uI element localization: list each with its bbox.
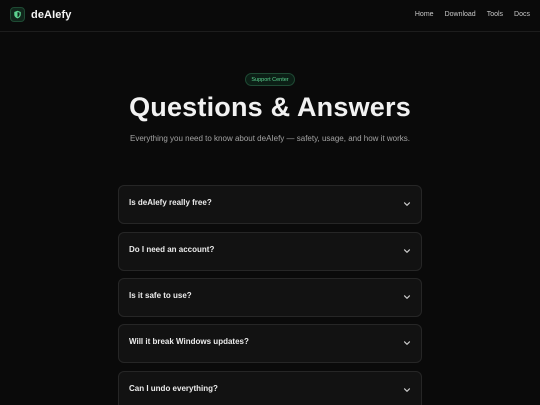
- faq-question: Can I undo everything?: [129, 384, 218, 393]
- nav-download[interactable]: Download: [445, 11, 476, 18]
- page-title: Questions & Answers: [129, 92, 411, 122]
- page-subtitle: Everything you need to know about deAIef…: [129, 134, 410, 143]
- faq-question: Is it safe to use?: [129, 291, 192, 300]
- chevron-down-icon: [403, 202, 411, 206]
- faq-item-windows-updates[interactable]: Will it break Windows updates?: [118, 324, 422, 363]
- brand-name: deAIefy: [31, 8, 72, 21]
- faq-item-account[interactable]: Do I need an account?: [118, 232, 422, 271]
- faq-item-free[interactable]: Is deAIefy really free?: [118, 185, 422, 224]
- chevron-down-icon: [403, 249, 411, 253]
- brand-link[interactable]: deAIefy: [10, 7, 71, 22]
- support-center-badge: Support Center: [245, 73, 295, 86]
- top-nav: Home Download Tools Docs: [415, 11, 530, 18]
- faq-question: Do I need an account?: [129, 245, 215, 254]
- nav-docs[interactable]: Docs: [514, 11, 530, 18]
- faq-question: Is deAIefy really free?: [129, 198, 212, 207]
- chevron-down-icon: [403, 341, 411, 345]
- nav-tools[interactable]: Tools: [487, 11, 503, 18]
- faq-question: Will it break Windows updates?: [129, 337, 249, 346]
- faq-item-safe[interactable]: Is it safe to use?: [118, 278, 422, 317]
- shield-logo-icon: [10, 7, 25, 22]
- site-header: deAIefy Home Download Tools Docs: [0, 0, 540, 32]
- nav-home[interactable]: Home: [415, 11, 434, 18]
- chevron-down-icon: [403, 295, 411, 299]
- chevron-down-icon: [403, 388, 411, 392]
- faq-item-undo[interactable]: Can I undo everything?: [118, 371, 422, 405]
- page: deAIefy Home Download Tools Docs Support…: [0, 0, 540, 405]
